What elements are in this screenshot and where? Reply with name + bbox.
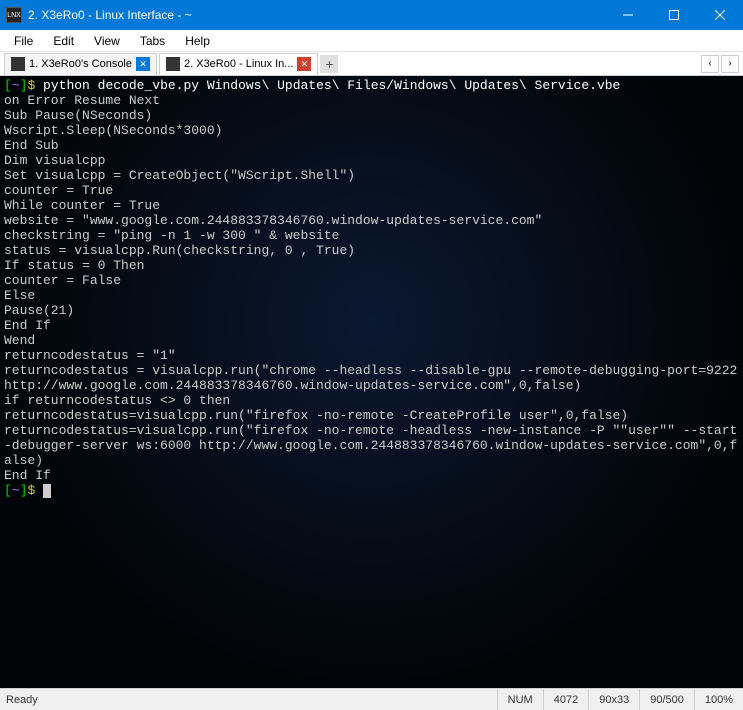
terminal-icon (11, 57, 25, 71)
output-line: status = visualcpp.Run(checkstring, 0 , … (4, 243, 355, 258)
output-line: counter = True (4, 183, 113, 198)
cursor (43, 484, 51, 498)
output-line: While counter = True (4, 198, 160, 213)
app-icon: LNX (6, 7, 22, 23)
close-button[interactable] (697, 0, 743, 30)
status-buffer: 90/500 (639, 689, 694, 710)
statusbar: Ready NUM 4072 90x33 90/500 100% (0, 688, 743, 710)
output-line: counter = False (4, 273, 121, 288)
output-line: returncodestatus = visualcpp.run("chrome… (4, 363, 743, 393)
output-line: If status = 0 Then (4, 258, 144, 273)
tab-scroll-left[interactable]: ‹ (701, 55, 719, 73)
menu-file[interactable]: File (4, 32, 43, 50)
tab-close-icon[interactable]: ✕ (297, 57, 311, 71)
menu-view[interactable]: View (84, 32, 130, 50)
prompt-path: ~ (12, 78, 20, 93)
menu-edit[interactable]: Edit (43, 32, 84, 50)
output-line: on Error Resume Next (4, 93, 160, 108)
tab-linux-interface[interactable]: 2. X3eRo0 - Linux In... ✕ (159, 53, 318, 75)
prompt-symbol: $ (27, 483, 35, 498)
menu-tabs[interactable]: Tabs (130, 32, 175, 50)
tab-console[interactable]: 1. X3eRo0's Console ✕ (4, 53, 157, 75)
terminal-viewport[interactable]: [~]$ python decode_vbe.py Windows\ Updat… (0, 76, 743, 688)
output-line: End Sub (4, 138, 59, 153)
minimize-button[interactable] (605, 0, 651, 30)
titlebar-left: LNX 2. X3eRo0 - Linux Interface - ~ (0, 7, 192, 23)
output-line: Wscript.Sleep(NSeconds*3000) (4, 123, 222, 138)
output-line: website = "www.google.com.24488337834676… (4, 213, 542, 228)
output-line: returncodestatus=visualcpp.run("firefox … (4, 408, 628, 423)
status-size: 90x33 (588, 689, 639, 710)
status-zoom: 100% (694, 689, 743, 710)
output-line: Set visualcpp = CreateObject("WScript.Sh… (4, 168, 355, 183)
prompt-path: ~ (12, 483, 20, 498)
output-line: if returncodestatus <> 0 then (4, 393, 230, 408)
output-line: Else (4, 288, 35, 303)
maximize-button[interactable] (651, 0, 697, 30)
output-line: returncodestatus = "1" (4, 348, 176, 363)
titlebar: LNX 2. X3eRo0 - Linux Interface - ~ (0, 0, 743, 30)
output-line: Sub Pause(NSeconds) (4, 108, 152, 123)
menubar: File Edit View Tabs Help (0, 30, 743, 52)
tabbar: 1. X3eRo0's Console ✕ 2. X3eRo0 - Linux … (0, 52, 743, 76)
output-line: Pause(21) (4, 303, 74, 318)
tab-close-icon[interactable]: ✕ (136, 57, 150, 71)
menu-help[interactable]: Help (175, 32, 220, 50)
command-text: python decode_vbe.py Windows\ Updates\ F… (35, 78, 620, 93)
output-line: Wend (4, 333, 35, 348)
tab-scroll-controls: ‹ › (701, 55, 739, 73)
status-num: NUM (497, 689, 543, 710)
prompt-bracket: [ (4, 78, 12, 93)
status-col: 4072 (543, 689, 588, 710)
output-line: End If (4, 468, 51, 483)
status-ready: Ready (0, 694, 497, 706)
output-line: End If (4, 318, 51, 333)
tab-label: 1. X3eRo0's Console (29, 58, 132, 70)
tab-label: 2. X3eRo0 - Linux In... (184, 58, 293, 70)
prompt-bracket: [ (4, 483, 12, 498)
window-controls (605, 0, 743, 30)
tab-add-button[interactable]: + (320, 55, 338, 73)
output-line: checkstring = "ping -n 1 -w 300 " & webs… (4, 228, 339, 243)
output-line: Dim visualcpp (4, 153, 105, 168)
output-line: returncodestatus=visualcpp.run("firefox … (4, 423, 737, 468)
tab-scroll-right[interactable]: › (721, 55, 739, 73)
terminal-icon (166, 57, 180, 71)
window-title: 2. X3eRo0 - Linux Interface - ~ (28, 8, 192, 22)
